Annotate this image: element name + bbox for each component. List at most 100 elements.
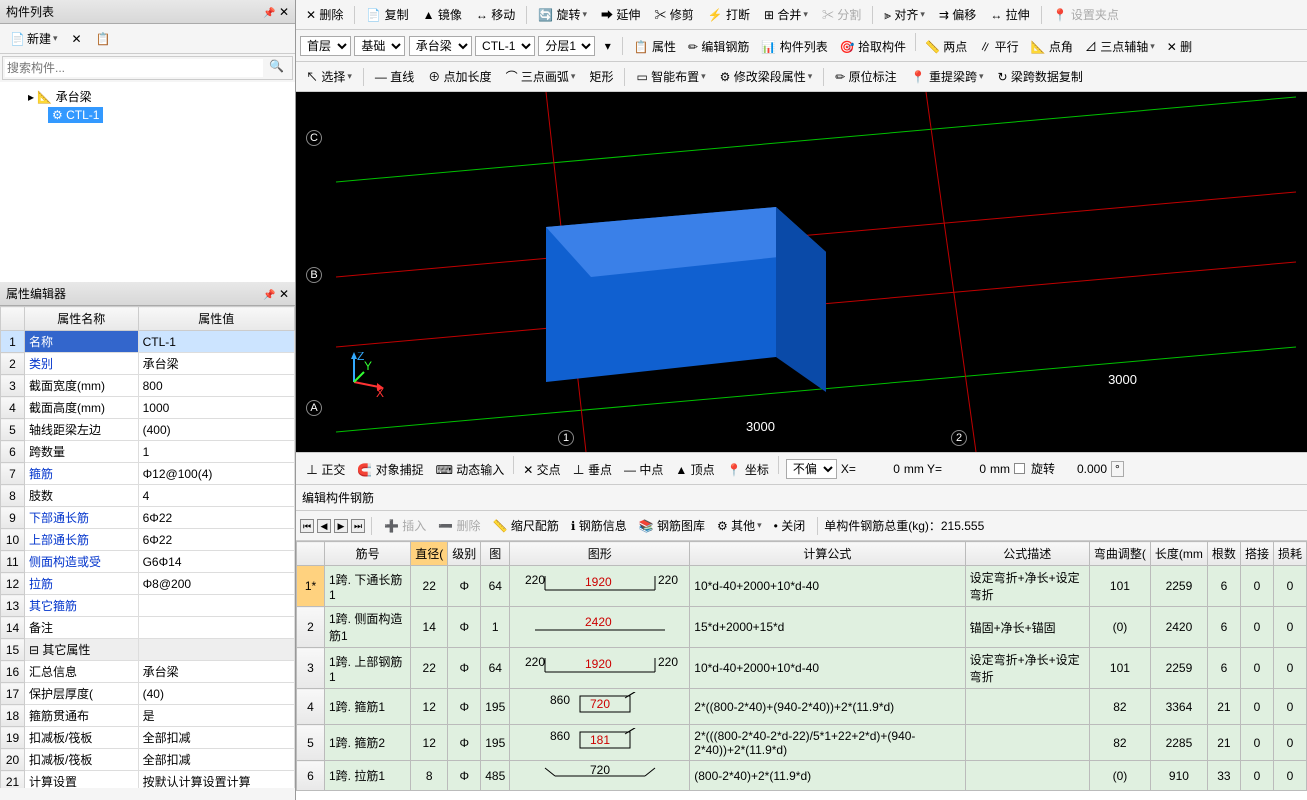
tb-对齐[interactable]: ⫸ 对齐 ▾ — [878, 3, 931, 26]
property-row[interactable]: 14备注 — [1, 617, 295, 639]
col-header[interactable]: 搭接 — [1240, 542, 1273, 566]
property-row[interactable]: 15⊟ 其它属性 — [1, 639, 295, 661]
rb-钢筋图库[interactable]: 📚 钢筋图库 — [633, 514, 711, 537]
rebar-row[interactable]: 41跨. 箍筋112Φ1958607202*((800-2*40)+(940-2… — [297, 689, 1307, 725]
property-table[interactable]: 属性名称属性值 1名称CTL-12类别承台梁3截面宽度(mm)8004截面高度(… — [0, 306, 295, 788]
tb-原位标注[interactable]: ✏ 原位标注 — [829, 65, 902, 88]
property-row[interactable]: 7箍筋Φ12@100(4) — [1, 463, 295, 485]
snap-交点[interactable]: ✕ 交点 — [517, 458, 566, 481]
tb-点角[interactable]: 📐 点角 — [1025, 35, 1079, 58]
tb-合并[interactable]: ⊞ 合并 ▾ — [758, 3, 814, 26]
snap-坐标[interactable]: 📍 坐标 — [721, 458, 775, 481]
rb-钢筋信息[interactable]: ℹ 钢筋信息 — [565, 514, 633, 537]
tb-删[interactable]: ✕ 删 — [1161, 35, 1198, 58]
close-icon[interactable]: ✕ — [279, 5, 289, 19]
pin-icon[interactable]: 📌 — [263, 8, 275, 19]
tb-点加长度[interactable]: ⊕ 点加长度 — [422, 65, 497, 88]
tb-设置夹点[interactable]: 📍 设置夹点 — [1047, 3, 1125, 26]
tb-分割[interactable]: ✂ 分割 — [816, 3, 867, 26]
tb-梁跨数据复制[interactable]: ↻ 梁跨数据复制 — [992, 65, 1089, 88]
property-row[interactable]: 1名称CTL-1 — [1, 331, 295, 353]
col-header[interactable]: 计算公式 — [690, 542, 965, 566]
sel-承台梁[interactable]: 承台梁 — [409, 36, 472, 56]
tb-镜像[interactable]: ▲ 镜像 — [417, 3, 468, 26]
first-btn[interactable]: ⏮ — [300, 519, 314, 533]
rebar-row[interactable]: 51跨. 箍筋212Φ1958601812*(((800-2*40-2*d-22… — [297, 725, 1307, 761]
tb-三点辅轴[interactable]: ⊿ 三点辅轴 ▾ — [1079, 35, 1161, 58]
snap-正交[interactable]: ⊥ 正交 — [300, 458, 351, 481]
col-header[interactable]: 根数 — [1207, 542, 1240, 566]
col-header[interactable]: 筋号 — [325, 542, 411, 566]
close-icon[interactable]: ✕ — [66, 29, 88, 49]
tb-矩形[interactable]: 矩形 — [583, 65, 619, 88]
last-btn[interactable]: ⏭ — [351, 519, 365, 533]
tb-平行[interactable]: ∥ 平行 — [973, 35, 1024, 58]
tb-智能布置[interactable]: ▭ 智能布置 ▾ — [630, 65, 711, 88]
layer-toggle[interactable]: ▾ — [599, 36, 617, 56]
sel-CTL-1[interactable]: CTL-1 — [475, 36, 535, 56]
tb-复制[interactable]: 📄 复制 — [360, 3, 414, 26]
property-row[interactable]: 10上部通长筋6Φ22 — [1, 529, 295, 551]
tb-两点[interactable]: 📏 两点 — [919, 35, 973, 58]
close-icon[interactable]: ✕ — [279, 287, 289, 301]
search-icon[interactable]: 🔍 — [263, 59, 290, 77]
snap-动态输入[interactable]: ⌨ 动态输入 — [430, 458, 511, 481]
property-row[interactable]: 13其它箍筋 — [1, 595, 295, 617]
tb-重提梁跨[interactable]: 📍 重提梁跨 ▾ — [905, 65, 990, 88]
snap-垂点[interactable]: ⊥ 垂点 — [567, 458, 618, 481]
rebar-row[interactable]: 31跨. 上部钢筋122Φ64220192022010*d-40+2000+10… — [297, 648, 1307, 689]
property-row[interactable]: 19扣减板/筏板全部扣减 — [1, 727, 295, 749]
tb-选择[interactable]: ↖ 选择 ▾ — [300, 65, 358, 88]
tb-打断[interactable]: ⚡ 打断 — [702, 3, 756, 26]
tb-删除[interactable]: ✕ 删除 — [300, 3, 349, 26]
snap-顶点[interactable]: ▲ 顶点 — [669, 458, 720, 481]
sel-分层1[interactable]: 分层1 — [538, 36, 595, 56]
property-row[interactable]: 4截面高度(mm)1000 — [1, 397, 295, 419]
property-row[interactable]: 3截面宽度(mm)800 — [1, 375, 295, 397]
col-header[interactable]: 直径( — [411, 542, 448, 566]
tb-延伸[interactable]: ➡ 延伸 — [595, 3, 646, 26]
next-btn[interactable]: ▶ — [334, 519, 348, 533]
tree-root[interactable]: ▸ 📐 承台梁 — [8, 86, 287, 107]
property-row[interactable]: 18箍筋贯通布是 — [1, 705, 295, 727]
rb-关闭[interactable]: • 关闭 — [768, 514, 812, 537]
property-row[interactable]: 16汇总信息承台梁 — [1, 661, 295, 683]
property-row[interactable]: 12拉筋Φ8@200 — [1, 573, 295, 595]
prev-btn[interactable]: ◀ — [317, 519, 331, 533]
tb-直线[interactable]: — 直线 — [369, 65, 420, 88]
tb-编辑钢筋[interactable]: ✏ 编辑钢筋 — [682, 35, 755, 58]
property-row[interactable]: 5轴线距梁左边(400) — [1, 419, 295, 441]
tb-构件列表[interactable]: 📊 构件列表 — [755, 35, 833, 58]
rb-其他[interactable]: ⚙ 其他 ▾ — [711, 514, 768, 537]
property-row[interactable]: 17保护层厚度((40) — [1, 683, 295, 705]
col-header[interactable]: 损耗 — [1273, 542, 1306, 566]
deg-btn[interactable]: ° — [1111, 461, 1124, 477]
tree-item-ctl1[interactable]: ⚙ CTL-1 — [48, 107, 103, 123]
tb-修改梁段属性[interactable]: ⚙ 修改梁段属性 ▾ — [714, 65, 819, 88]
snap-对象捕捉[interactable]: 🧲 对象捕捉 — [351, 458, 429, 481]
rebar-row[interactable]: 61跨. 拉筋18Φ485720(800-2*40)+2*(11.9*d)(0)… — [297, 761, 1307, 791]
snap-中点[interactable]: — 中点 — [618, 458, 669, 481]
component-tree[interactable]: ▸ 📐 承台梁 ⚙ CTL-1 — [0, 82, 295, 282]
property-row[interactable]: 20扣减板/筏板全部扣减 — [1, 749, 295, 771]
col-header[interactable]: 图形 — [510, 542, 690, 566]
tb-拾取构件[interactable]: 🎯 拾取构件 — [834, 35, 912, 58]
tb-修剪[interactable]: ✂ 修剪 — [648, 3, 699, 26]
search-input[interactable]: 🔍 — [2, 56, 293, 80]
rb-插入[interactable]: ➕ 插入 — [378, 514, 432, 537]
rebar-row[interactable]: 1*1跨. 下通长筋122Φ64220192022010*d-40+2000+1… — [297, 566, 1307, 607]
col-header[interactable]: 长度(mm — [1150, 542, 1207, 566]
col-header[interactable]: 图 — [481, 542, 510, 566]
property-row[interactable]: 11侧面构造或受G6Φ14 — [1, 551, 295, 573]
property-row[interactable]: 8肢数4 — [1, 485, 295, 507]
col-header[interactable]: 级别 — [448, 542, 481, 566]
property-row[interactable]: 21计算设置按默认计算设置计算 — [1, 771, 295, 789]
property-row[interactable]: 9下部通长筋6Φ22 — [1, 507, 295, 529]
tb-三点画弧[interactable]: ⌒ 三点画弧 ▾ — [500, 65, 582, 88]
rb-缩尺配筋[interactable]: 📏 缩尺配筋 — [487, 514, 565, 537]
tb-旋转[interactable]: 🔄 旋转 ▾ — [532, 3, 593, 26]
pin-icon[interactable]: 📌 — [263, 290, 275, 301]
property-row[interactable]: 6跨数量1 — [1, 441, 295, 463]
tb-移动[interactable]: ↔ 移动 — [470, 3, 521, 26]
col-header[interactable]: 弯曲调整( — [1089, 542, 1150, 566]
